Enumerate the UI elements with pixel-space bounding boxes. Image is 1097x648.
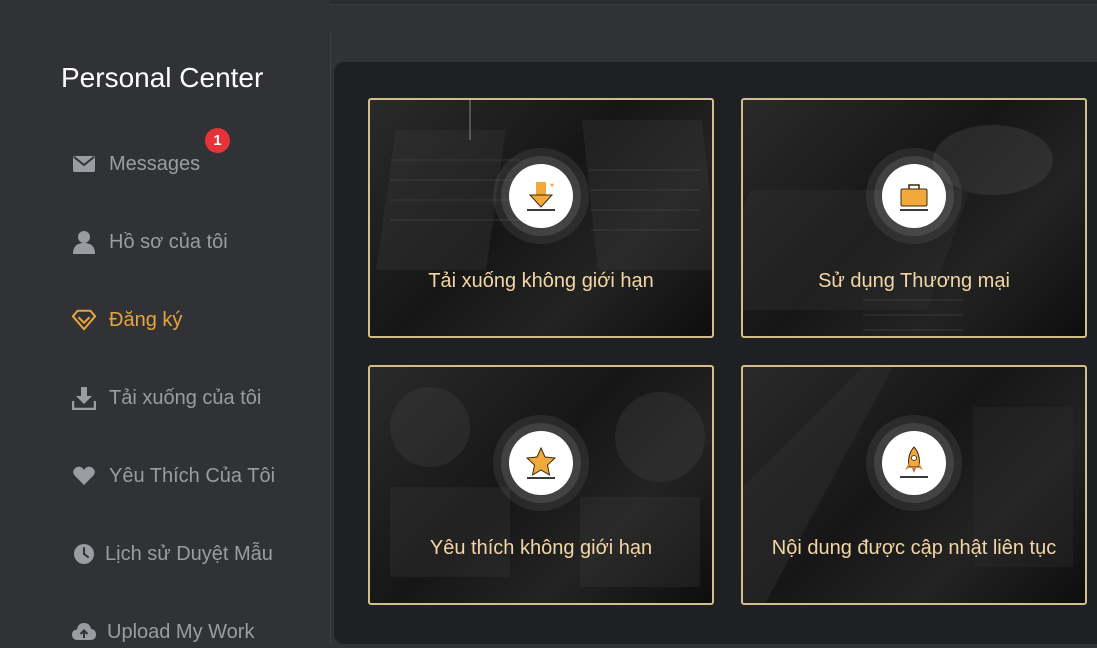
heart-icon [72,464,96,488]
sidebar-item-downloads[interactable]: Tải xuống của tôi [72,382,261,414]
card-label: Nội dung được cập nhật liên tục [771,537,1057,559]
download-icon [72,386,96,410]
sidebar-item-label: Đăng ký [109,308,183,331]
sidebar-item-favorites[interactable]: Yêu Thích Của Tôi [72,460,275,492]
sidebar-item-profile[interactable]: Hồ sơ của tôi [72,226,228,258]
benefit-card-commercial-use[interactable]: Sử dụng Thương mại [741,98,1087,338]
sidebar-item-label: Upload My Work [107,620,255,643]
benefit-card-unlimited-favorites[interactable]: Yêu thích không giới hạn [368,365,714,605]
card-label: Sử dụng Thương mại [818,270,1010,292]
sidebar-item-label: Lịch sử Duyệt Mẫu [105,542,273,565]
sidebar-item-label: Messages [109,152,201,175]
sidebar: Personal Center Messages 1 Hồ sơ của tôi… [0,0,330,644]
download-arrow-icon [509,164,573,228]
user-icon [72,230,96,254]
card-label: Tải xuống không giới hạn [428,270,654,292]
sidebar-item-upload[interactable]: Upload My Work [72,616,254,648]
benefits-panel: Tải xuống không giới hạn Sử dụng Thương … [334,62,1097,644]
sidebar-title: Personal Center [61,62,264,93]
benefit-card-unlimited-download[interactable]: Tải xuống không giới hạn [368,98,714,338]
benefit-card-continuous-updates[interactable]: Nội dung được cập nhật liên tục [741,365,1087,605]
card-label: Yêu thích không giới hạn [429,537,653,559]
notification-badge: 1 [205,128,230,153]
mail-icon [72,152,96,176]
clock-icon [72,542,96,566]
sidebar-item-label: Hồ sơ của tôi [109,230,228,253]
sidebar-divider [330,32,331,644]
star-icon [509,431,573,495]
rocket-icon [882,431,946,495]
sidebar-item-history[interactable]: Lịch sử Duyệt Mẫu [72,538,273,570]
diamond-icon [72,308,96,332]
sidebar-item-subscription[interactable]: Đăng ký [72,304,182,336]
sidebar-item-label: Yêu Thích Của Tôi [109,464,276,487]
sidebar-item-label: Tải xuống của tôi [109,386,262,409]
sidebar-item-messages[interactable]: Messages 1 [72,128,230,180]
cloud-upload-icon [72,620,96,644]
briefcase-icon [882,164,946,228]
